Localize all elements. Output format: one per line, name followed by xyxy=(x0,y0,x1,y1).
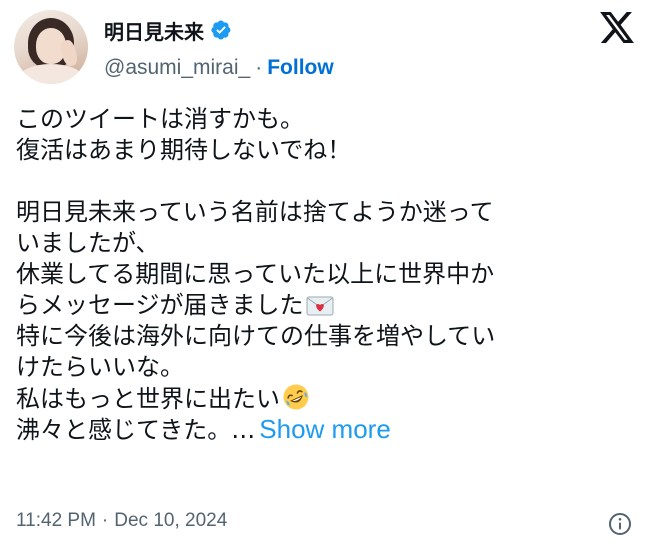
tweet-line-text: 沸々と感じてきた。… xyxy=(16,416,256,444)
tweet-header: 明日見未来 @asumi_mirai_ · Follow xyxy=(14,10,634,90)
tweet-line-with-emoji: らメッセージが届きました xyxy=(16,290,628,321)
verified-badge-icon xyxy=(211,20,231,40)
author-handle[interactable]: @asumi_mirai_ xyxy=(104,56,250,80)
tweet-line: けたらいいな。 xyxy=(16,353,184,381)
author-avatar[interactable] xyxy=(14,10,88,84)
info-icon[interactable] xyxy=(608,512,632,536)
tweet-line: 復活はあまり期待しないでね！ xyxy=(16,136,352,164)
tweet-date: Dec 10, 2024 xyxy=(114,510,228,531)
tweet-timestamp[interactable]: 11:42 PM · Dec 10, 2024 xyxy=(16,510,227,532)
tweet-line-last: 沸々と感じてきた。… Show more xyxy=(16,414,628,445)
tweet-line: 特に今後は海外に向けての仕事を増やしてい xyxy=(16,322,496,350)
tweet-embed-card: 明日見未来 @asumi_mirai_ · Follow このツイートは消すかも… xyxy=(0,0,648,549)
author-handle-row: @asumi_mirai_ · Follow xyxy=(104,54,334,82)
rolling-on-floor-laughing-emoji xyxy=(283,384,309,410)
tweet-line-with-emoji: 私はもっと世界に出たい xyxy=(16,383,628,414)
author-name-row: 明日見未来 xyxy=(104,16,232,44)
author-display-name[interactable]: 明日見未来 xyxy=(104,16,204,45)
tweet-line: このツイートは消すかも。 xyxy=(16,105,304,133)
timestamp-separator: · xyxy=(101,510,109,531)
show-more-link[interactable]: Show more xyxy=(259,414,391,444)
follow-button[interactable]: Follow xyxy=(267,56,334,80)
tweet-text: このツイートは消すかも。 復活はあまり期待しないでね！ 明日見未来っていう名前は… xyxy=(16,104,628,445)
tweet-line: いましたが、 xyxy=(16,229,160,257)
tweet-line-text: らメッセージが届きました xyxy=(16,291,304,319)
tweet-time: 11:42 PM xyxy=(16,510,96,531)
love-letter-emoji xyxy=(306,296,334,316)
x-logo-icon[interactable] xyxy=(600,12,634,43)
tweet-line: 休業してる期間に思っていた以上に世界中か xyxy=(16,260,495,288)
handle-separator: · xyxy=(255,56,263,79)
tweet-line: 明日見未来っていう名前は捨てようか迷って xyxy=(16,198,494,226)
tweet-line-text: 私はもっと世界に出たい xyxy=(16,385,280,413)
